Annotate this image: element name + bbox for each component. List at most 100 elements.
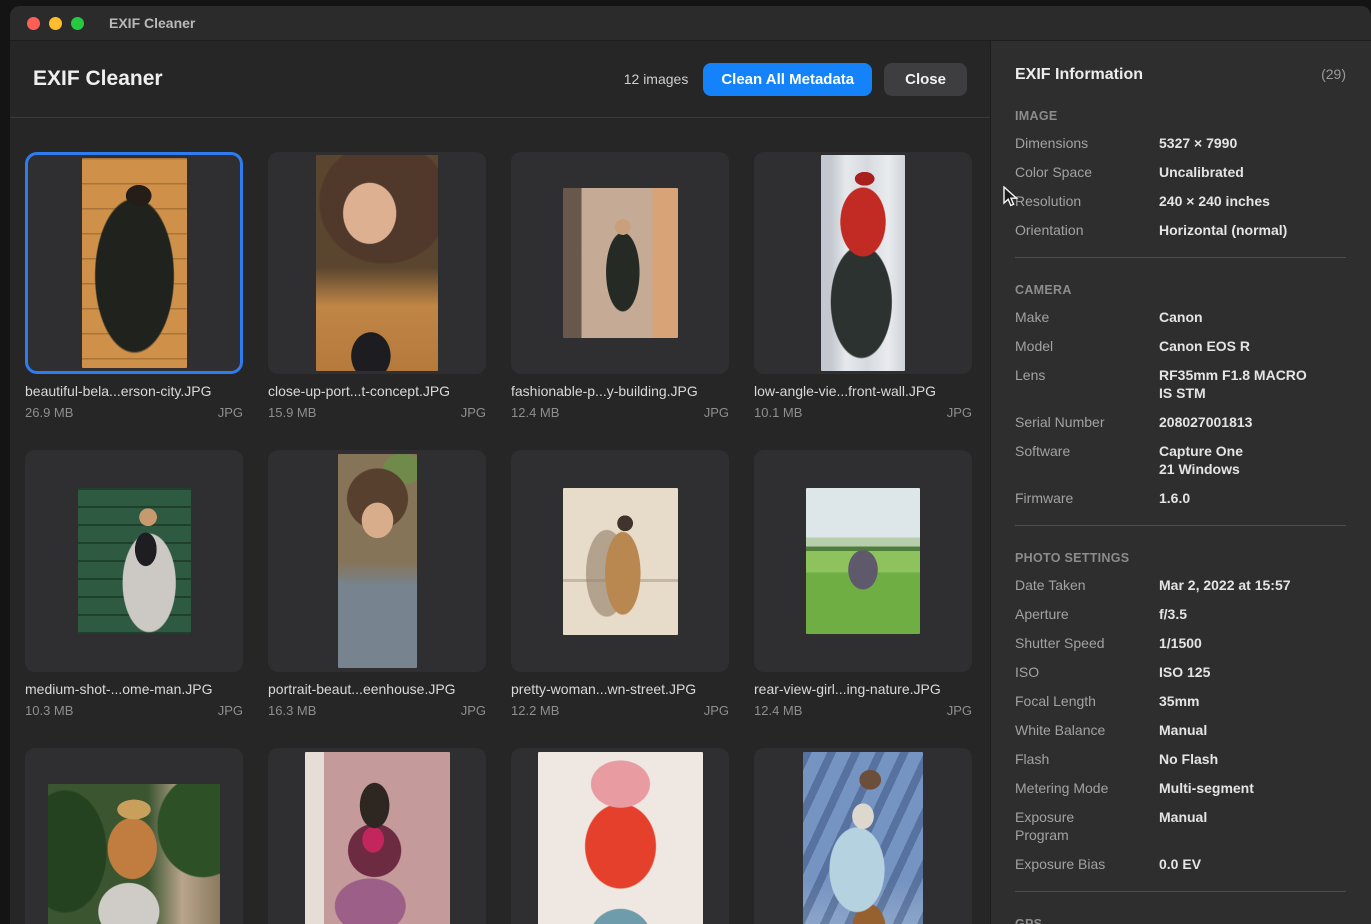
exif-value: Canon EOS R [1159, 337, 1346, 355]
exif-label: Orientation [1015, 221, 1159, 239]
exif-value: 35mm [1159, 692, 1346, 710]
exif-value: Manual [1159, 721, 1346, 739]
exif-label: Make [1015, 308, 1159, 326]
exif-panel-title: EXIF Information [1015, 66, 1143, 84]
image-card[interactable]: beautiful-bela...erson-city.JPG 26.9 MB … [25, 152, 243, 420]
exif-value: f/3.5 [1159, 605, 1346, 623]
exif-value: Uncalibrated [1159, 163, 1346, 181]
section-divider [1015, 257, 1346, 258]
exif-label: Exposure Bias [1015, 855, 1159, 873]
exif-value: 208027001813 [1159, 413, 1346, 431]
mouse-cursor [1003, 186, 1020, 208]
app-window: EXIF Cleaner EXIF Cleaner 12 images Clea… [10, 6, 1371, 924]
window-title: EXIF Cleaner [109, 15, 195, 31]
image-type-badge: JPG [704, 703, 729, 718]
close-window-icon[interactable] [27, 17, 40, 30]
exif-label: Dimensions [1015, 134, 1159, 152]
image-card[interactable] [268, 748, 486, 924]
photo-thumbnail [821, 155, 905, 371]
exif-value: Manual [1159, 808, 1346, 844]
thumbnail-frame [511, 450, 729, 672]
exif-tag-count: (29) [1321, 66, 1346, 82]
photo-thumbnail [305, 752, 450, 924]
image-card[interactable]: rear-view-girl...ing-nature.JPG 12.4 MB … [754, 450, 972, 718]
image-card[interactable]: low-angle-vie...front-wall.JPG 10.1 MB J… [754, 152, 972, 420]
photo-thumbnail [338, 454, 417, 668]
exif-value: Horizontal (normal) [1159, 221, 1346, 239]
exif-value: Capture One 21 Windows [1159, 442, 1346, 478]
exif-value: 5327 × 7990 [1159, 134, 1346, 152]
image-size: 16.3 MB [268, 703, 316, 718]
image-size: 12.2 MB [511, 703, 559, 718]
photo-thumbnail [563, 188, 678, 338]
exif-value: 0.0 EV [1159, 855, 1346, 873]
exif-label: Aperture [1015, 605, 1159, 623]
image-size: 15.9 MB [268, 405, 316, 420]
exif-label: Date Taken [1015, 576, 1159, 594]
image-card[interactable] [754, 748, 972, 924]
image-type-badge: JPG [461, 405, 486, 420]
thumbnail-frame [511, 748, 729, 924]
image-type-badge: JPG [704, 405, 729, 420]
photo-thumbnail [78, 488, 191, 634]
image-type-badge: JPG [218, 405, 243, 420]
photo-thumbnail [563, 488, 678, 635]
image-card[interactable] [25, 748, 243, 924]
thumbnail-frame [25, 450, 243, 672]
image-type-badge: JPG [461, 703, 486, 718]
exif-label: Exposure Program [1015, 808, 1159, 844]
minimize-window-icon[interactable] [49, 17, 62, 30]
image-meta-row: 12.4 MB JPG [754, 703, 972, 718]
image-card[interactable]: pretty-woman...wn-street.JPG 12.2 MB JPG [511, 450, 729, 718]
exif-section-photo-settings: PHOTO SETTINGS Date TakenMar 2, 2022 at … [1015, 551, 1346, 873]
image-meta-row: 12.2 MB JPG [511, 703, 729, 718]
exif-value: Canon [1159, 308, 1346, 326]
image-size: 12.4 MB [511, 405, 559, 420]
app-header: EXIF Cleaner 12 images Clean All Metadat… [10, 41, 990, 118]
exif-label: Shutter Speed [1015, 634, 1159, 652]
thumbnail-frame-selected [25, 152, 243, 374]
image-card[interactable]: portrait-beaut...eenhouse.JPG 16.3 MB JP… [268, 450, 486, 718]
exif-value: Multi-segment [1159, 779, 1346, 797]
thumbnail-frame [268, 450, 486, 672]
image-card[interactable]: close-up-port...t-concept.JPG 15.9 MB JP… [268, 152, 486, 420]
zoom-window-icon[interactable] [71, 17, 84, 30]
image-type-badge: JPG [947, 703, 972, 718]
image-filename: pretty-woman...wn-street.JPG [511, 681, 729, 697]
image-card[interactable]: fashionable-p...y-building.JPG 12.4 MB J… [511, 152, 729, 420]
window-titlebar[interactable]: EXIF Cleaner [10, 6, 1371, 41]
photo-thumbnail [48, 784, 220, 924]
image-card[interactable]: medium-shot-...ome-man.JPG 10.3 MB JPG [25, 450, 243, 718]
clean-all-metadata-button[interactable]: Clean All Metadata [703, 63, 872, 96]
thumbnail-frame [511, 152, 729, 374]
image-filename: fashionable-p...y-building.JPG [511, 383, 729, 399]
exif-label: White Balance [1015, 721, 1159, 739]
thumbnail-frame [25, 748, 243, 924]
image-card[interactable] [511, 748, 729, 924]
image-type-badge: JPG [218, 703, 243, 718]
section-heading: IMAGE [1015, 109, 1346, 123]
exif-label: Metering Mode [1015, 779, 1159, 797]
close-button[interactable]: Close [884, 63, 967, 96]
section-divider [1015, 891, 1346, 892]
thumbnail-frame [754, 152, 972, 374]
exif-value: No Flash [1159, 750, 1346, 768]
exif-value: RF35mm F1.8 MACRO IS STM [1159, 366, 1346, 402]
image-filename: close-up-port...t-concept.JPG [268, 383, 486, 399]
image-meta-row: 26.9 MB JPG [25, 405, 243, 420]
image-grid: beautiful-bela...erson-city.JPG 26.9 MB … [10, 118, 990, 924]
exif-section-image: IMAGE Dimensions5327 × 7990 Color SpaceU… [1015, 109, 1346, 239]
exif-value: Mar 2, 2022 at 15:57 [1159, 576, 1346, 594]
exif-section-camera: CAMERA MakeCanon ModelCanon EOS R LensRF… [1015, 283, 1346, 507]
image-size: 10.1 MB [754, 405, 802, 420]
thumbnail-frame [268, 152, 486, 374]
exif-info-panel: EXIF Information (29) IMAGE Dimensions53… [990, 41, 1371, 924]
exif-label: Firmware [1015, 489, 1159, 507]
image-meta-row: 12.4 MB JPG [511, 405, 729, 420]
image-meta-row: 10.1 MB JPG [754, 405, 972, 420]
image-filename: portrait-beaut...eenhouse.JPG [268, 681, 486, 697]
image-meta-row: 10.3 MB JPG [25, 703, 243, 718]
exif-value: ISO 125 [1159, 663, 1346, 681]
exif-label: ISO [1015, 663, 1159, 681]
exif-section-gps: GPS [1015, 917, 1346, 924]
